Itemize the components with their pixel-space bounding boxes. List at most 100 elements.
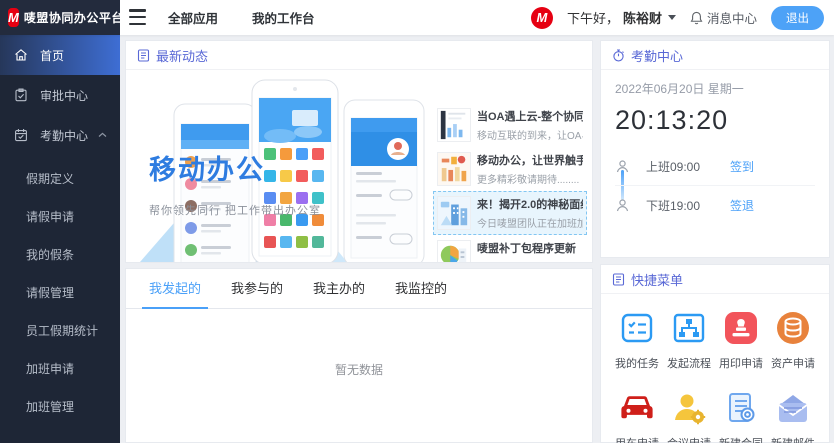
quick-item-seal-request[interactable]: 用印申请 <box>715 308 767 371</box>
user-avatar[interactable]: M <box>531 7 553 29</box>
sidebar-submenu: 假期定义 请假申请 我的假条 请假管理 员工假期统计 加班申请 加班管理 <box>0 159 120 425</box>
tab-monitored-by-me[interactable]: 我监控的 <box>380 269 462 308</box>
quick-item-label: 新建邮件 <box>771 435 815 443</box>
person-icon <box>615 198 630 213</box>
car-icon <box>618 391 656 425</box>
card-title: 考勤中心 <box>631 46 683 65</box>
nav-my-workbench[interactable]: 我的工作台 <box>252 8 315 27</box>
news-title: 唛盟补丁包程序更新 <box>477 240 583 256</box>
quick-menu-grid: 我的任务 发起流程 用印申请 资产申请 用车申请 会议申请 新建合同 新建邮件 <box>601 294 829 443</box>
quick-item-asset-request[interactable]: 资产申请 <box>767 308 819 371</box>
card-title: 快捷菜单 <box>631 270 683 289</box>
user-greeting[interactable]: 下午好，陈裕财 <box>567 8 676 27</box>
greeting-text: 下午好， <box>567 8 619 27</box>
quick-item-my-tasks[interactable]: 我的任务 <box>611 308 663 371</box>
message-center[interactable]: 消息中心 <box>690 8 757 27</box>
mobile-office-banner: 移动办公 帮你领先同行 把工作带出办公室 <box>126 70 592 262</box>
sidebar-subitem-my-leave[interactable]: 我的假条 <box>0 235 120 273</box>
check-out-link[interactable]: 签退 <box>730 197 754 214</box>
mail-icon <box>774 391 812 425</box>
app-logo-icon: M <box>8 8 19 27</box>
stamp-icon <box>723 310 759 346</box>
nav-all-apps[interactable]: 全部应用 <box>168 8 218 27</box>
banner-subtitle: 帮你领先同行 把工作带出办公室 <box>149 202 321 218</box>
calendar-icon <box>14 128 28 142</box>
stopwatch-icon <box>612 49 625 62</box>
banner-title: 移动办公 <box>149 148 321 187</box>
logout-button[interactable]: 退出 <box>771 6 824 30</box>
asset-icon <box>775 310 811 346</box>
news-title: 当OA遇上云-整个协同OA <box>477 108 583 124</box>
user-name: 陈裕财 <box>623 8 662 27</box>
quick-item-new-contract[interactable]: 新建合同 <box>715 388 767 443</box>
my-processes-card: 我发起的 我参与的 我主办的 我监控的 暂无数据 <box>125 268 593 443</box>
quick-item-meeting-request[interactable]: 会议申请 <box>663 388 715 443</box>
chevron-up-icon <box>98 132 107 138</box>
sidebar: 首页 审批中心 考勤中心 假期定义 请假申请 我的假条 请假管理 员工假期统计 … <box>0 35 120 443</box>
news-item[interactable]: 当OA遇上云-整个协同OA 移动互联的到来，让OA与云 <box>433 103 587 147</box>
sidebar-item-attendance[interactable]: 考勤中心 <box>0 115 120 155</box>
sidebar-subitem-employee-holiday-stats[interactable]: 员工假期统计 <box>0 311 120 349</box>
news-desc: 今日唛盟团队正在加班加点, <box>477 215 583 230</box>
check-in-row: 上班09:00 签到 <box>615 148 815 186</box>
check-out-label: 下班19:00 <box>646 197 716 214</box>
quick-item-label: 资产申请 <box>771 355 815 371</box>
tab-participated-by-me[interactable]: 我参与的 <box>216 269 298 308</box>
news-thumbnail <box>437 108 471 142</box>
process-tabs: 我发起的 我参与的 我主办的 我监控的 <box>126 269 592 309</box>
quick-item-label: 新建合同 <box>719 435 763 443</box>
document-icon <box>137 49 150 62</box>
tab-initiated-by-me[interactable]: 我发起的 <box>134 269 216 308</box>
news-desc: 移动互联的到来，让OA与云 <box>477 127 583 142</box>
bell-icon <box>690 11 703 25</box>
attendance-clock: 20:13:20 <box>615 105 815 136</box>
card-title: 最新动态 <box>156 46 208 65</box>
news-desc: 为了营造更好的客户体验，唛 <box>477 259 583 262</box>
brand-title: 唛盟协同办公平台 <box>24 9 124 26</box>
message-center-label: 消息中心 <box>707 8 757 27</box>
menu-collapse-icon[interactable] <box>129 9 146 25</box>
check-in-label: 上班09:00 <box>646 158 716 175</box>
chevron-down-icon <box>668 15 676 20</box>
sidebar-item-home[interactable]: 首页 <box>0 35 120 75</box>
attendance-card: 考勤中心 2022年06月20日 星期一 20:13:20 上班09:00 签到… <box>600 40 830 258</box>
sidebar-item-label: 审批中心 <box>40 87 88 104</box>
news-list: 当OA遇上云-整个协同OA 移动互联的到来，让OA与云 移动办公，让世界触手可 … <box>433 103 587 262</box>
news-item[interactable]: 唛盟补丁包程序更新 为了营造更好的客户体验，唛 <box>433 235 587 262</box>
news-thumbnail <box>437 240 471 262</box>
news-title: 来！揭开2.0的神秘面纱- <box>477 196 583 212</box>
sidebar-subitem-holiday-definition[interactable]: 假期定义 <box>0 159 120 197</box>
sidebar-item-approval[interactable]: 审批中心 <box>0 75 120 115</box>
quick-item-vehicle-request[interactable]: 用车申请 <box>611 388 663 443</box>
quick-item-start-process[interactable]: 发起流程 <box>663 308 715 371</box>
news-desc: 更多精彩敬请期待........ <box>477 171 583 186</box>
attendance-date: 2022年06月20日 星期一 <box>615 80 815 97</box>
person-icon <box>615 159 630 174</box>
sidebar-subitem-overtime-request[interactable]: 加班申请 <box>0 349 120 387</box>
quick-item-label: 我的任务 <box>615 355 659 371</box>
top-nav: 全部应用 我的工作台 <box>168 0 315 35</box>
document-icon <box>612 273 625 286</box>
tab-hosted-by-me[interactable]: 我主办的 <box>298 269 380 308</box>
top-header: M 唛盟协同办公平台 全部应用 我的工作台 M 下午好，陈裕财 消息中心 退出 <box>0 0 834 35</box>
task-list-icon <box>619 310 655 346</box>
quick-item-label: 用印申请 <box>719 355 763 371</box>
news-thumbnail <box>437 196 471 230</box>
check-in-link[interactable]: 签到 <box>730 158 754 175</box>
news-item-highlighted[interactable]: 来！揭开2.0的神秘面纱- 今日唛盟团队正在加班加点, <box>433 191 587 235</box>
contract-icon <box>723 390 759 426</box>
sidebar-subitem-overtime-manage[interactable]: 加班管理 <box>0 387 120 425</box>
quick-menu-card: 快捷菜单 我的任务 发起流程 用印申请 资产申请 用车申请 会议申请 新建合 <box>600 264 830 443</box>
meeting-icon <box>671 390 707 426</box>
quick-item-label: 用车申请 <box>615 435 659 443</box>
quick-item-label: 会议申请 <box>667 435 711 443</box>
brand-block: M 唛盟协同办公平台 <box>0 0 120 35</box>
quick-item-new-mail[interactable]: 新建邮件 <box>767 388 819 443</box>
sidebar-subitem-leave-manage[interactable]: 请假管理 <box>0 273 120 311</box>
sidebar-subitem-leave-request[interactable]: 请假申请 <box>0 197 120 235</box>
home-icon <box>14 48 28 62</box>
quick-item-label: 发起流程 <box>667 355 711 371</box>
news-item[interactable]: 移动办公，让世界触手可 更多精彩敬请期待........ <box>433 147 587 191</box>
news-title: 移动办公，让世界触手可 <box>477 152 583 168</box>
news-thumbnail <box>437 152 471 186</box>
